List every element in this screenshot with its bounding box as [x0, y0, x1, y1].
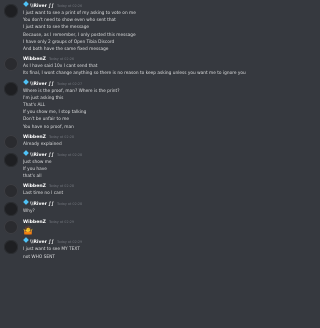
- message-text: Last time no I cant: [23, 191, 64, 197]
- message-author[interactable]: WibbenZ: [23, 134, 46, 141]
- message-timestamp: Today at 02:27: [57, 81, 83, 86]
- message-text: If you show me, I stop talking: [23, 110, 87, 116]
- message-author[interactable]: \\River ∫∫: [30, 152, 54, 159]
- avatar[interactable]: [4, 240, 18, 255]
- message-text: I just want to see MY TEXT: [23, 247, 80, 253]
- chat-log: \\River ∫∫ Today at 02:26 I just want to…: [0, 0, 250, 328]
- avatar[interactable]: [4, 134, 18, 149]
- message-text: not WHO SENT: [23, 254, 55, 260]
- message-text: Because, as I remember, I only posted th…: [23, 32, 136, 38]
- avatar[interactable]: [4, 152, 18, 167]
- message-author[interactable]: \\River ∫∫: [30, 239, 54, 246]
- chat-message: \\River ∫∫ Today at 02:27 Where is the p…: [4, 78, 246, 131]
- message-author[interactable]: \\River ∫∫: [30, 201, 54, 208]
- diamond-icon: [23, 199, 29, 206]
- message-text: If you have: [23, 167, 47, 173]
- chat-message: WibbenZ Today at 02:26 As I have said 10…: [4, 56, 246, 77]
- avatar[interactable]: [4, 81, 18, 96]
- message-text: I have only 2 groups of Open Tibia Disco…: [23, 39, 115, 45]
- message-timestamp: Today at 02:28: [48, 184, 75, 189]
- chat-message: WibbenZ Today at 02:28 Already explained: [4, 134, 246, 149]
- message-text: I just want to see a print of my asking …: [23, 11, 136, 16]
- diamond-icon: [23, 237, 29, 244]
- message-author[interactable]: WibbenZ: [23, 56, 46, 63]
- message-text: I'm just asking this: [23, 95, 64, 101]
- message-author[interactable]: WibbenZ: [23, 183, 46, 190]
- message-text: Don't be unfair to me: [23, 117, 70, 123]
- message-timestamp: Today at 02:29: [48, 220, 75, 225]
- message-text: I just want to see the message: [23, 25, 90, 31]
- diamond-icon: [23, 78, 29, 85]
- message-text: Where is the proof, man? Where is the pr…: [23, 88, 120, 94]
- chat-message: \\River ∫∫ Today at 02:28 Just show me I…: [4, 150, 246, 181]
- message-timestamp: Today at 02:28: [57, 152, 83, 157]
- chat-message: \\River ∫∫ Today at 02:26 I just want to…: [4, 1, 246, 53]
- message-timestamp: Today at 02:28: [57, 202, 83, 207]
- message-author[interactable]: \\River ∫∫: [30, 3, 54, 10]
- message-text: You don't need to show even who sent tha…: [23, 18, 116, 24]
- avatar[interactable]: [4, 57, 18, 72]
- message-timestamp: Today at 02:28: [48, 134, 75, 139]
- message-text: Already explained: [23, 141, 62, 147]
- message-text: Just show me: [23, 159, 52, 165]
- message-timestamp: Today at 02:26: [57, 4, 83, 8]
- message-text: Its final, I wont change anything so the…: [23, 71, 246, 77]
- message-text: As I have said 10x I cant send that: [23, 64, 98, 70]
- shrug-emoji-icon: 🤷: [23, 226, 33, 236]
- avatar[interactable]: [4, 184, 18, 199]
- chat-message: WibbenZ Today at 02:28 Last time no I ca…: [4, 183, 246, 199]
- chat-message: \\River ∫∫ Today at 02:28 Why?: [4, 199, 246, 217]
- avatar[interactable]: [4, 202, 18, 217]
- message-timestamp: Today at 02:26: [48, 57, 75, 62]
- message-text: You have no proof, man: [23, 124, 74, 130]
- avatar[interactable]: [4, 220, 18, 235]
- chat-message: WibbenZ Today at 02:29 🤷: [4, 219, 246, 236]
- message-text: And both have the same fixed message: [23, 47, 109, 53]
- message-author[interactable]: \\River ∫∫: [30, 81, 54, 88]
- message-text: Why?: [23, 209, 35, 215]
- diamond-icon: [23, 1, 29, 7]
- message-text: that's all: [23, 174, 42, 180]
- chat-message: \\River ∫∫ Today at 02:29 I just want to…: [4, 237, 246, 260]
- message-text: That's ALL: [23, 103, 46, 109]
- diamond-icon: [23, 150, 29, 156]
- message-timestamp: Today at 02:29: [57, 240, 83, 245]
- avatar[interactable]: [4, 4, 18, 18]
